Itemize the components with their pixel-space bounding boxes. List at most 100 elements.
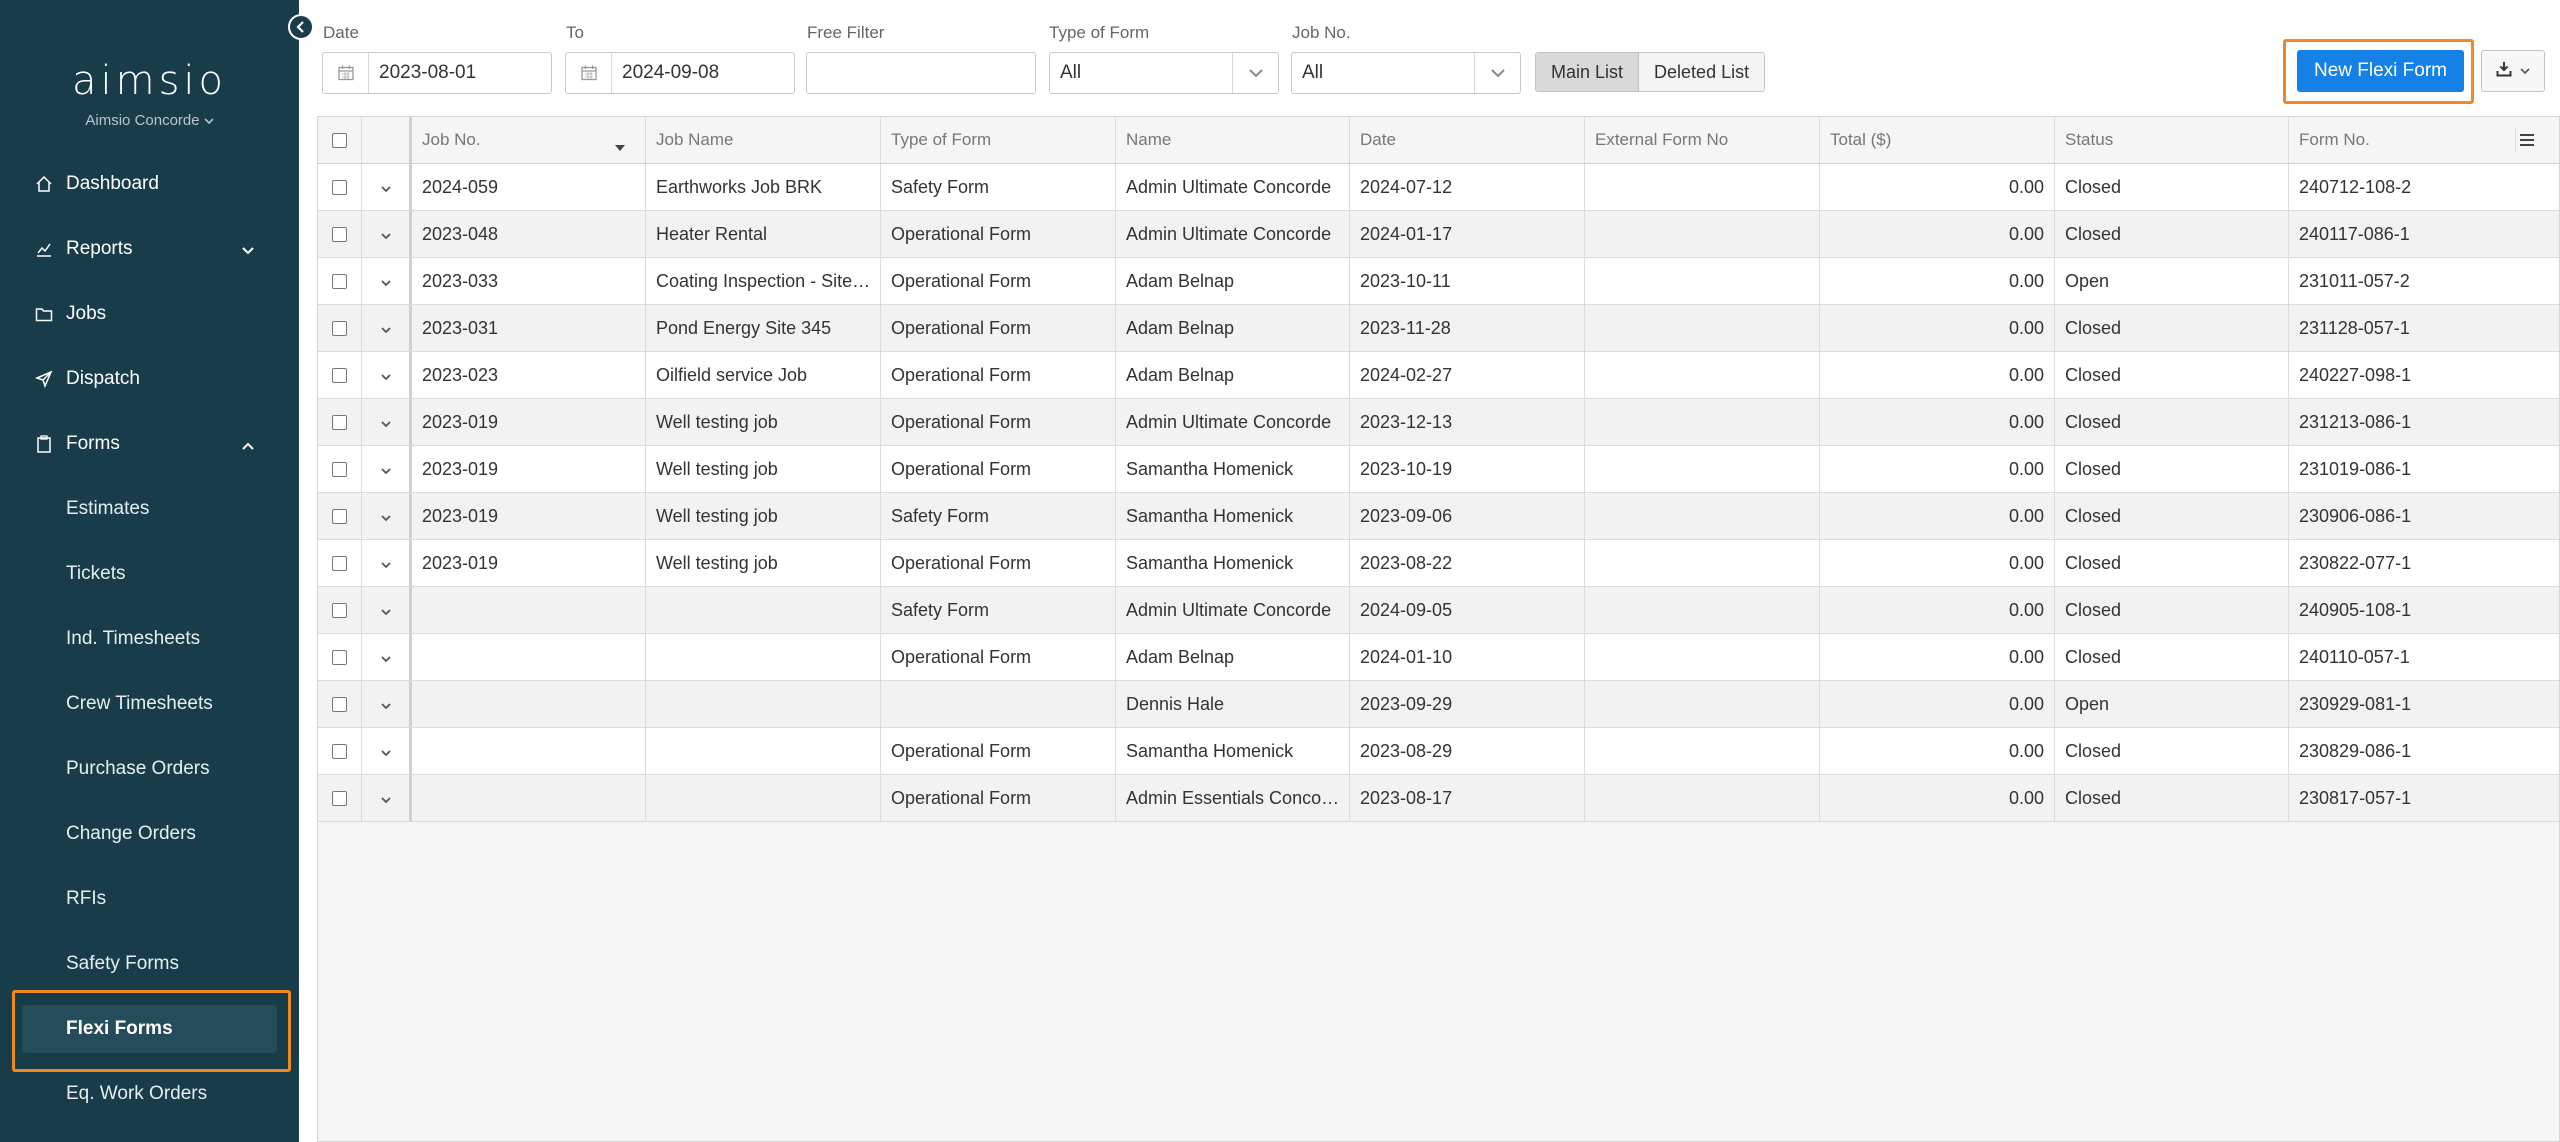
- nav-dashboard[interactable]: Dashboard: [0, 159, 299, 209]
- date-from-input[interactable]: 2023-08-01: [322, 52, 552, 94]
- date-to-value: 2024-09-08: [622, 62, 720, 83]
- cell-total: 0.00: [1820, 164, 2055, 210]
- cell-total: 0.00: [1820, 211, 2055, 257]
- row-expand-button[interactable]: [362, 211, 412, 257]
- cell-job-no: 2023-023: [412, 352, 646, 398]
- aimsio-logo[interactable]: aimsio: [0, 58, 299, 104]
- sub-tickets[interactable]: Tickets: [0, 549, 299, 599]
- nav-label: Forms: [66, 433, 120, 454]
- row-expand-button[interactable]: [362, 258, 412, 304]
- job-no-select[interactable]: All: [1291, 52, 1521, 94]
- chevron-down-icon: [380, 318, 392, 339]
- row-checkbox[interactable]: [332, 461, 347, 477]
- free-filter-input[interactable]: [806, 52, 1036, 94]
- row-expand-button[interactable]: [362, 540, 412, 586]
- expand-col-header: [362, 117, 412, 163]
- nav-jobs[interactable]: Jobs: [0, 289, 299, 339]
- column-menu-icon[interactable]: [2515, 128, 2537, 152]
- sub-change-orders[interactable]: Change Orders: [0, 809, 299, 859]
- row-checkbox[interactable]: [332, 555, 347, 571]
- row-expand-button[interactable]: [362, 728, 412, 774]
- nav-forms[interactable]: Forms: [0, 419, 299, 469]
- row-expand-button[interactable]: [362, 164, 412, 210]
- flexi-forms-table: Job No. Job Name Type of Form Name Date …: [317, 116, 2560, 1142]
- row-expand-button[interactable]: [362, 399, 412, 445]
- sub-safety-forms[interactable]: Safety Forms: [0, 939, 299, 989]
- table-row[interactable]: 2023-019 Well testing job Operational Form…: [318, 399, 2559, 446]
- row-checkbox[interactable]: [332, 273, 347, 289]
- row-expand-button[interactable]: [362, 352, 412, 398]
- header-job-name[interactable]: Job Name: [646, 117, 881, 163]
- row-expand-button[interactable]: [362, 634, 412, 680]
- cell-total: 0.00: [1820, 587, 2055, 633]
- table-row[interactable]: Safety Form Admin Ultimate Concorde 2024-0…: [318, 587, 2559, 634]
- row-checkbox[interactable]: [332, 367, 347, 383]
- row-checkbox[interactable]: [332, 743, 347, 759]
- chevron-down-icon: [380, 459, 392, 480]
- cell-type-of-form: Operational Form: [881, 728, 1116, 774]
- select-all-checkbox[interactable]: [332, 132, 347, 148]
- company-selector[interactable]: Aimsio Concorde: [85, 112, 214, 129]
- nav-reports[interactable]: Reports: [0, 224, 299, 274]
- nav-label: Dispatch: [66, 368, 140, 389]
- table-row[interactable]: 2023-019 Well testing job Operational Form…: [318, 446, 2559, 493]
- cell-name: Samantha Homenick: [1116, 728, 1350, 774]
- type-of-form-select[interactable]: All: [1049, 52, 1279, 94]
- sub-rfis[interactable]: RFIs: [0, 874, 299, 924]
- row-expand-button[interactable]: [362, 305, 412, 351]
- row-checkbox[interactable]: [332, 602, 347, 618]
- header-status[interactable]: Status: [2055, 117, 2289, 163]
- header-external-form-no[interactable]: External Form No: [1585, 117, 1820, 163]
- row-expand-button[interactable]: [362, 681, 412, 727]
- row-checkbox[interactable]: [332, 649, 347, 665]
- main-list-button[interactable]: Main List: [1536, 53, 1640, 91]
- cell-name: Adam Belnap: [1116, 305, 1350, 351]
- cell-status: Closed: [2055, 728, 2289, 774]
- row-checkbox[interactable]: [332, 414, 347, 430]
- nav-dispatch[interactable]: Dispatch: [0, 354, 299, 404]
- table-row[interactable]: 2023-033 Coating Inspection - Site… Operat…: [318, 258, 2559, 305]
- table-row[interactable]: Dennis Hale 2023-09-29 0.00 Open 230929-081-…: [318, 681, 2559, 728]
- new-flexi-form-button[interactable]: New Flexi Form: [2297, 50, 2464, 92]
- header-type-of-form[interactable]: Type of Form: [881, 117, 1116, 163]
- table-row[interactable]: 2023-048 Heater Rental Operational Form Adm…: [318, 211, 2559, 258]
- row-checkbox[interactable]: [332, 320, 347, 336]
- chevron-down-icon: [380, 271, 392, 292]
- table-row[interactable]: 2023-031 Pond Energy Site 345 Operational …: [318, 305, 2559, 352]
- header-job-no[interactable]: Job No.: [412, 117, 646, 163]
- export-button[interactable]: [2481, 50, 2545, 92]
- chevron-down-icon: [380, 177, 392, 198]
- table-row[interactable]: Operational Form Admin Essentials Conco… 2…: [318, 775, 2559, 822]
- sub-crew-timesheets[interactable]: Crew Timesheets: [0, 679, 299, 729]
- row-expand-button[interactable]: [362, 446, 412, 492]
- cell-date: 2023-12-13: [1350, 399, 1585, 445]
- sub-ind-timesheets[interactable]: Ind. Timesheets: [0, 614, 299, 664]
- header-total[interactable]: Total ($): [1820, 117, 2055, 163]
- table-row[interactable]: 2023-023 Oilfield service Job Operational …: [318, 352, 2559, 399]
- sub-purchase-orders[interactable]: Purchase Orders: [0, 744, 299, 794]
- table-row[interactable]: Operational Form Samantha Homenick 2023-08…: [318, 728, 2559, 775]
- table-row[interactable]: 2024-059 Earthworks Job BRK Safety Form Adm…: [318, 164, 2559, 211]
- row-expand-button[interactable]: [362, 493, 412, 539]
- row-checkbox[interactable]: [332, 790, 347, 806]
- sub-eq-work-orders[interactable]: Eq. Work Orders: [0, 1069, 299, 1119]
- deleted-list-button[interactable]: Deleted List: [1639, 53, 1765, 91]
- row-checkbox[interactable]: [332, 508, 347, 524]
- table-row[interactable]: Operational Form Adam Belnap 2024-01-10 0.0…: [318, 634, 2559, 681]
- row-checkbox[interactable]: [332, 226, 347, 242]
- header-name[interactable]: Name: [1116, 117, 1350, 163]
- row-expand-button[interactable]: [362, 587, 412, 633]
- date-to-input[interactable]: 2024-09-08: [565, 52, 795, 94]
- collapse-sidebar-button[interactable]: [288, 14, 314, 40]
- row-expand-button[interactable]: [362, 775, 412, 821]
- sub-estimates[interactable]: Estimates: [0, 484, 299, 534]
- row-select-cell: [318, 258, 362, 304]
- table-row[interactable]: 2023-019 Well testing job Operational Form…: [318, 540, 2559, 587]
- header-date[interactable]: Date: [1350, 117, 1585, 163]
- sub-flexi-forms[interactable]: Flexi Forms: [22, 1005, 277, 1053]
- row-checkbox[interactable]: [332, 696, 347, 712]
- row-checkbox[interactable]: [332, 179, 347, 195]
- cell-form-no: 231011-057-2: [2299, 270, 2410, 291]
- header-form-no[interactable]: Form No.: [2289, 117, 2539, 163]
- table-row[interactable]: 2023-019 Well testing job Safety Form Saman…: [318, 493, 2559, 540]
